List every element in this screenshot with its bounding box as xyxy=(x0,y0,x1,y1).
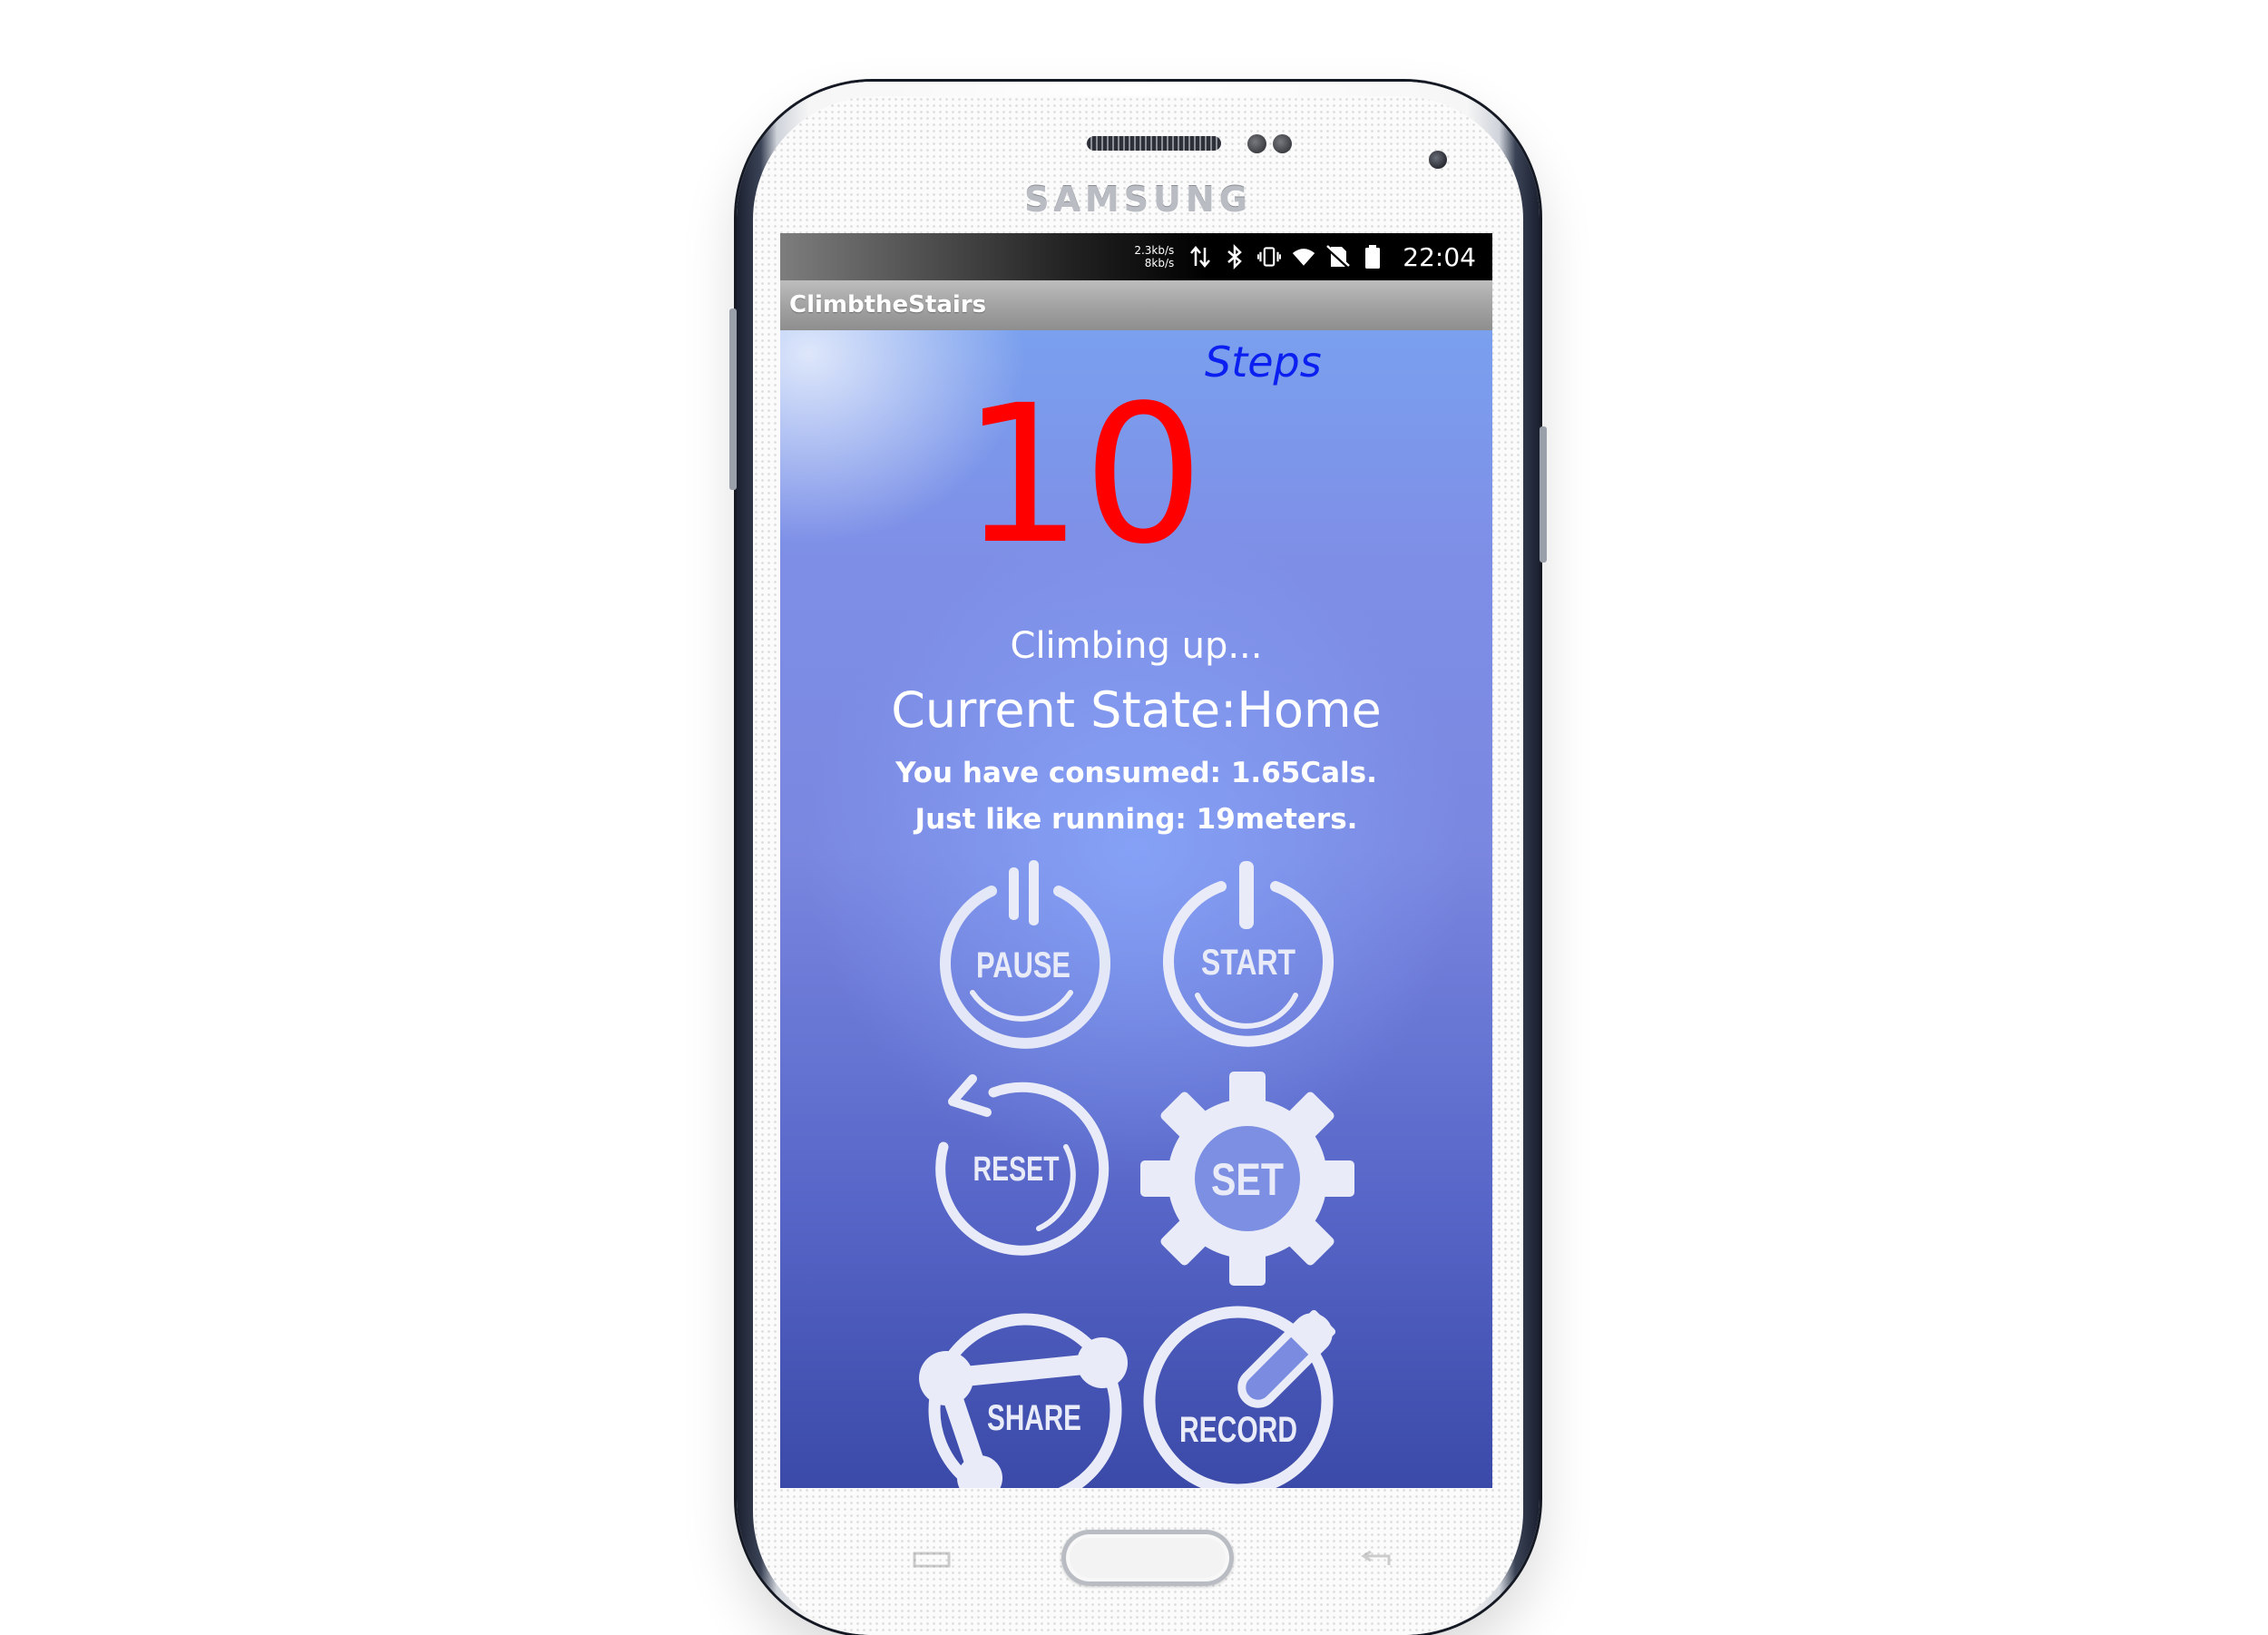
share-label: SHARE xyxy=(987,1398,1081,1438)
main-content: Steps 10 Climbing up... Current State:Ho… xyxy=(780,330,1492,1488)
share-button[interactable]: SHARE xyxy=(912,1292,1129,1488)
pause-button[interactable]: PAUSE xyxy=(934,857,1111,1049)
proximity-sensor xyxy=(1247,134,1266,153)
recent-apps-key-icon[interactable] xyxy=(912,1551,952,1569)
calories-consumed: You have consumed: 1.65Cals. xyxy=(895,757,1377,789)
volume-key xyxy=(729,308,737,490)
app-title-bar: ClimbtheStairs xyxy=(780,280,1492,330)
start-label: START xyxy=(1201,943,1295,983)
brand-logo: SAMSUNG xyxy=(1024,180,1252,220)
reset-label: RESET xyxy=(973,1150,1060,1189)
set-label: SET xyxy=(1211,1154,1284,1205)
pause-label: PAUSE xyxy=(976,945,1070,985)
running-distance: Just like running: 19meters. xyxy=(914,803,1358,836)
network-speed: 2.3kb/s 8kb/s xyxy=(1134,244,1174,269)
net-speed-up: 2.3kb/s xyxy=(1134,244,1175,257)
record-label: RECORD xyxy=(1179,1410,1297,1450)
power-key xyxy=(1540,426,1547,563)
reset-button[interactable]: RESET xyxy=(925,1074,1111,1260)
clock: 22:04 xyxy=(1403,241,1476,272)
set-button[interactable]: SET xyxy=(1139,1070,1356,1287)
data-transfer-icon xyxy=(1190,246,1211,268)
battery-icon xyxy=(1365,245,1381,269)
back-key-icon[interactable] xyxy=(1356,1551,1396,1569)
wifi-icon xyxy=(1293,249,1315,266)
current-state: Current State:Home xyxy=(891,681,1382,739)
net-speed-down: 8kb/s xyxy=(1144,257,1175,269)
vibrate-icon xyxy=(1257,247,1282,267)
home-button[interactable] xyxy=(1061,1530,1234,1586)
step-count: 10 xyxy=(962,364,1205,586)
light-sensor xyxy=(1273,134,1292,153)
steps-label: Steps xyxy=(1205,338,1322,387)
bluetooth-icon xyxy=(1227,244,1243,269)
phone-screen: 2.3kb/s 8kb/s 22:04 ClimbtheStairs Steps… xyxy=(780,233,1492,1488)
activity-status: Climbing up... xyxy=(1010,625,1263,667)
earpiece-speaker xyxy=(1087,136,1221,151)
start-button[interactable]: START xyxy=(1159,861,1336,1047)
status-bar: 2.3kb/s 8kb/s 22:04 xyxy=(780,233,1492,280)
record-button[interactable]: RECORD xyxy=(1139,1283,1365,1488)
app-title: ClimbtheStairs xyxy=(789,291,987,318)
no-sim-icon xyxy=(1326,245,1351,269)
front-camera xyxy=(1429,151,1447,169)
